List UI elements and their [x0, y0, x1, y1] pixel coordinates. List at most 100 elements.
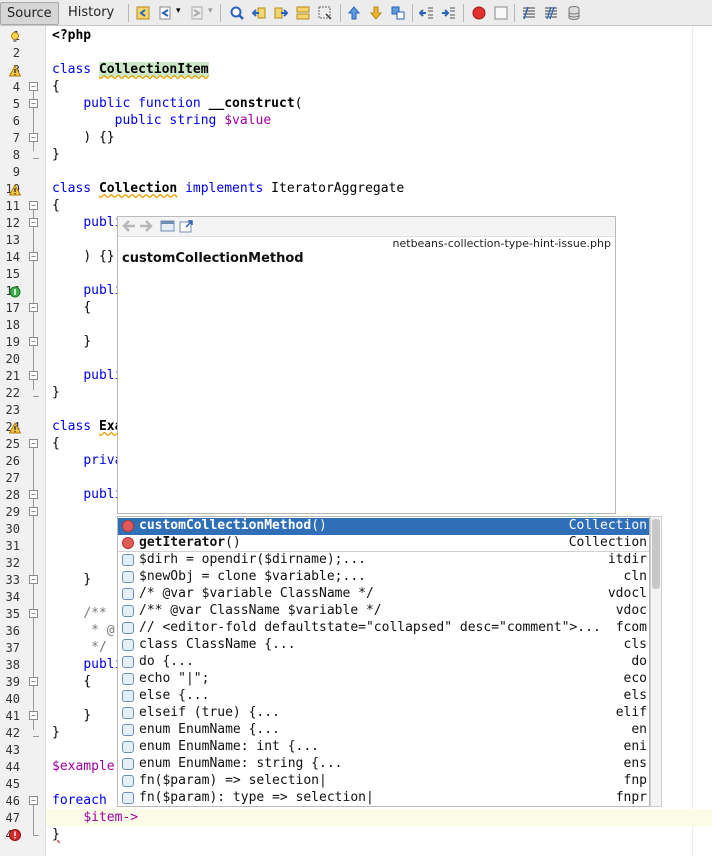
code-line-12[interactable]: publi — [52, 215, 122, 230]
toggle-bookmark-icon[interactable] — [390, 5, 406, 21]
scrollbar-thumb[interactable] — [652, 519, 660, 589]
warning-icon[interactable] — [9, 65, 21, 77]
fold-toggle-icon[interactable]: − — [29, 371, 38, 380]
code-line-5[interactable]: public function __construct( — [52, 96, 302, 111]
fold-toggle-icon[interactable]: − — [29, 575, 38, 584]
find-selection-icon[interactable] — [295, 5, 311, 21]
code-line-33[interactable]: } — [52, 572, 91, 587]
back-dropdown-icon[interactable]: ▾ — [176, 6, 181, 16]
hint-bulb-icon[interactable] — [9, 31, 21, 43]
completion-template-item[interactable]: enum EnumName {... en — [118, 722, 649, 739]
fold-toggle-icon[interactable]: − — [29, 337, 38, 346]
code-line-35[interactable]: /** — [52, 606, 106, 621]
error-icon[interactable] — [9, 829, 21, 841]
code-line-4[interactable]: { — [52, 79, 60, 94]
tab-source[interactable]: Source — [0, 2, 59, 25]
fold-toggle-icon[interactable]: − — [29, 218, 38, 227]
code-line-3[interactable]: class CollectionItem — [52, 62, 209, 77]
shift-right-icon[interactable] — [441, 5, 457, 21]
code-line-42[interactable]: } — [52, 725, 60, 740]
find-next-icon[interactable] — [273, 5, 289, 21]
code-line-37[interactable]: */ — [52, 640, 107, 655]
completion-template-item[interactable]: enum EnumName: string {... ens — [118, 756, 649, 773]
code-line-8[interactable]: } — [52, 147, 60, 162]
code-line-16[interactable]: publi — [52, 283, 122, 298]
code-line-25[interactable]: { — [52, 436, 60, 451]
forward-icon[interactable] — [189, 5, 205, 21]
code-line-48[interactable]: } — [52, 827, 60, 842]
completion-template-item[interactable]: else {... els — [118, 688, 649, 705]
database-icon[interactable] — [566, 5, 582, 21]
completion-template-item[interactable]: // <editor-fold defaultstate="collapsed"… — [118, 620, 649, 637]
code-line-46[interactable]: foreach — [52, 793, 107, 808]
completion-template-item[interactable]: fn($param) => selection| fnp — [118, 773, 649, 790]
uncomment-icon[interactable] — [543, 5, 559, 21]
code-line-36[interactable]: * @ — [52, 623, 114, 638]
fold-toggle-icon[interactable]: − — [29, 99, 38, 108]
completion-method-item[interactable]: customCollectionMethod() Collection — [118, 518, 649, 535]
fold-toggle-icon[interactable]: − — [29, 677, 38, 686]
code-line-39[interactable]: { — [52, 674, 91, 689]
find-previous-icon[interactable] — [251, 5, 267, 21]
completion-scrollbar[interactable] — [650, 516, 662, 807]
doc-back-icon[interactable] — [121, 219, 136, 233]
tab-history[interactable]: History — [62, 2, 120, 23]
fold-toggle-icon[interactable]: − — [29, 133, 38, 142]
doc-forward-icon[interactable] — [139, 219, 154, 233]
fold-toggle-icon[interactable]: − — [29, 796, 38, 805]
toggle-highlight-icon[interactable] — [317, 5, 333, 21]
code-line-1[interactable]: <?php — [52, 28, 91, 43]
implements-icon[interactable] — [9, 286, 21, 298]
completion-template-item[interactable]: $dirh = opendir($dirname);... itdir — [118, 552, 649, 569]
shift-left-icon[interactable] — [419, 5, 435, 21]
stop-macro-icon[interactable] — [493, 5, 509, 21]
code-line-28[interactable]: publi — [52, 487, 122, 502]
previous-bookmark-icon[interactable] — [346, 5, 362, 21]
completion-template-item[interactable]: $newObj = clone $variable;... cln — [118, 569, 649, 586]
code-line-22[interactable]: } — [52, 385, 60, 400]
warning-icon[interactable] — [9, 422, 21, 434]
code-line-7[interactable]: ) {} — [52, 130, 114, 145]
fold-toggle-icon[interactable]: − — [29, 252, 38, 261]
completion-template-item[interactable]: /* @var $variable ClassName */ vdocl — [118, 586, 649, 603]
completion-template-item[interactable]: echo "|"; eco — [118, 671, 649, 688]
completion-template-item[interactable]: /** @var ClassName $variable */ vdoc — [118, 603, 649, 620]
comment-icon[interactable] — [521, 5, 537, 21]
code-line-47[interactable]: $item-> — [52, 810, 138, 825]
code-line-6[interactable]: public string $value — [52, 113, 272, 128]
completion-template-item[interactable]: class ClassName {... cls — [118, 637, 649, 654]
last-edit-icon[interactable] — [135, 5, 151, 21]
code-line-11[interactable]: { — [52, 198, 60, 213]
completion-template-item[interactable]: do {... do — [118, 654, 649, 671]
code-completion-list[interactable]: customCollectionMethod() Collection getIte… — [117, 516, 650, 807]
fold-toggle-icon[interactable]: − — [29, 201, 38, 210]
fold-toggle-icon[interactable]: − — [29, 711, 38, 720]
fold-toggle-icon[interactable]: − — [29, 490, 38, 499]
code-line-19[interactable]: } — [52, 334, 91, 349]
code-line-14[interactable]: ) {} — [52, 249, 114, 264]
completion-template-item[interactable]: enum EnumName: int {... eni — [118, 739, 649, 756]
fold-toggle-icon[interactable]: − — [29, 82, 38, 91]
back-icon[interactable] — [157, 5, 173, 21]
find-icon[interactable] — [229, 5, 245, 21]
completion-template-item[interactable]: fn($param): type => selection| fnpr — [118, 790, 649, 806]
fold-toggle-icon[interactable]: − — [29, 609, 38, 618]
code-line-21[interactable]: publi — [52, 368, 122, 383]
code-line-17[interactable]: { — [52, 300, 91, 315]
doc-goto-source-icon[interactable] — [160, 219, 175, 233]
fold-toggle-icon[interactable]: − — [29, 507, 38, 516]
code-line-38[interactable]: publi — [52, 657, 122, 672]
code-line-10[interactable]: class Collection implements IteratorAggr… — [52, 181, 404, 196]
code-line-26[interactable]: priva — [52, 453, 122, 468]
warning-icon[interactable] — [9, 184, 21, 196]
fold-toggle-icon[interactable]: − — [29, 439, 38, 448]
completion-template-item[interactable]: elseif (true) {... elif — [118, 705, 649, 722]
code-line-44[interactable]: $example — [52, 759, 115, 774]
forward-dropdown-icon[interactable]: ▾ — [208, 6, 213, 16]
doc-open-browser-icon[interactable] — [179, 219, 194, 233]
record-macro-icon[interactable] — [471, 5, 487, 21]
fold-toggle-icon[interactable]: − — [29, 303, 38, 312]
next-bookmark-icon[interactable] — [368, 5, 384, 21]
code-line-41[interactable]: } — [52, 708, 91, 723]
code-line-24[interactable]: class Exa — [52, 419, 122, 434]
